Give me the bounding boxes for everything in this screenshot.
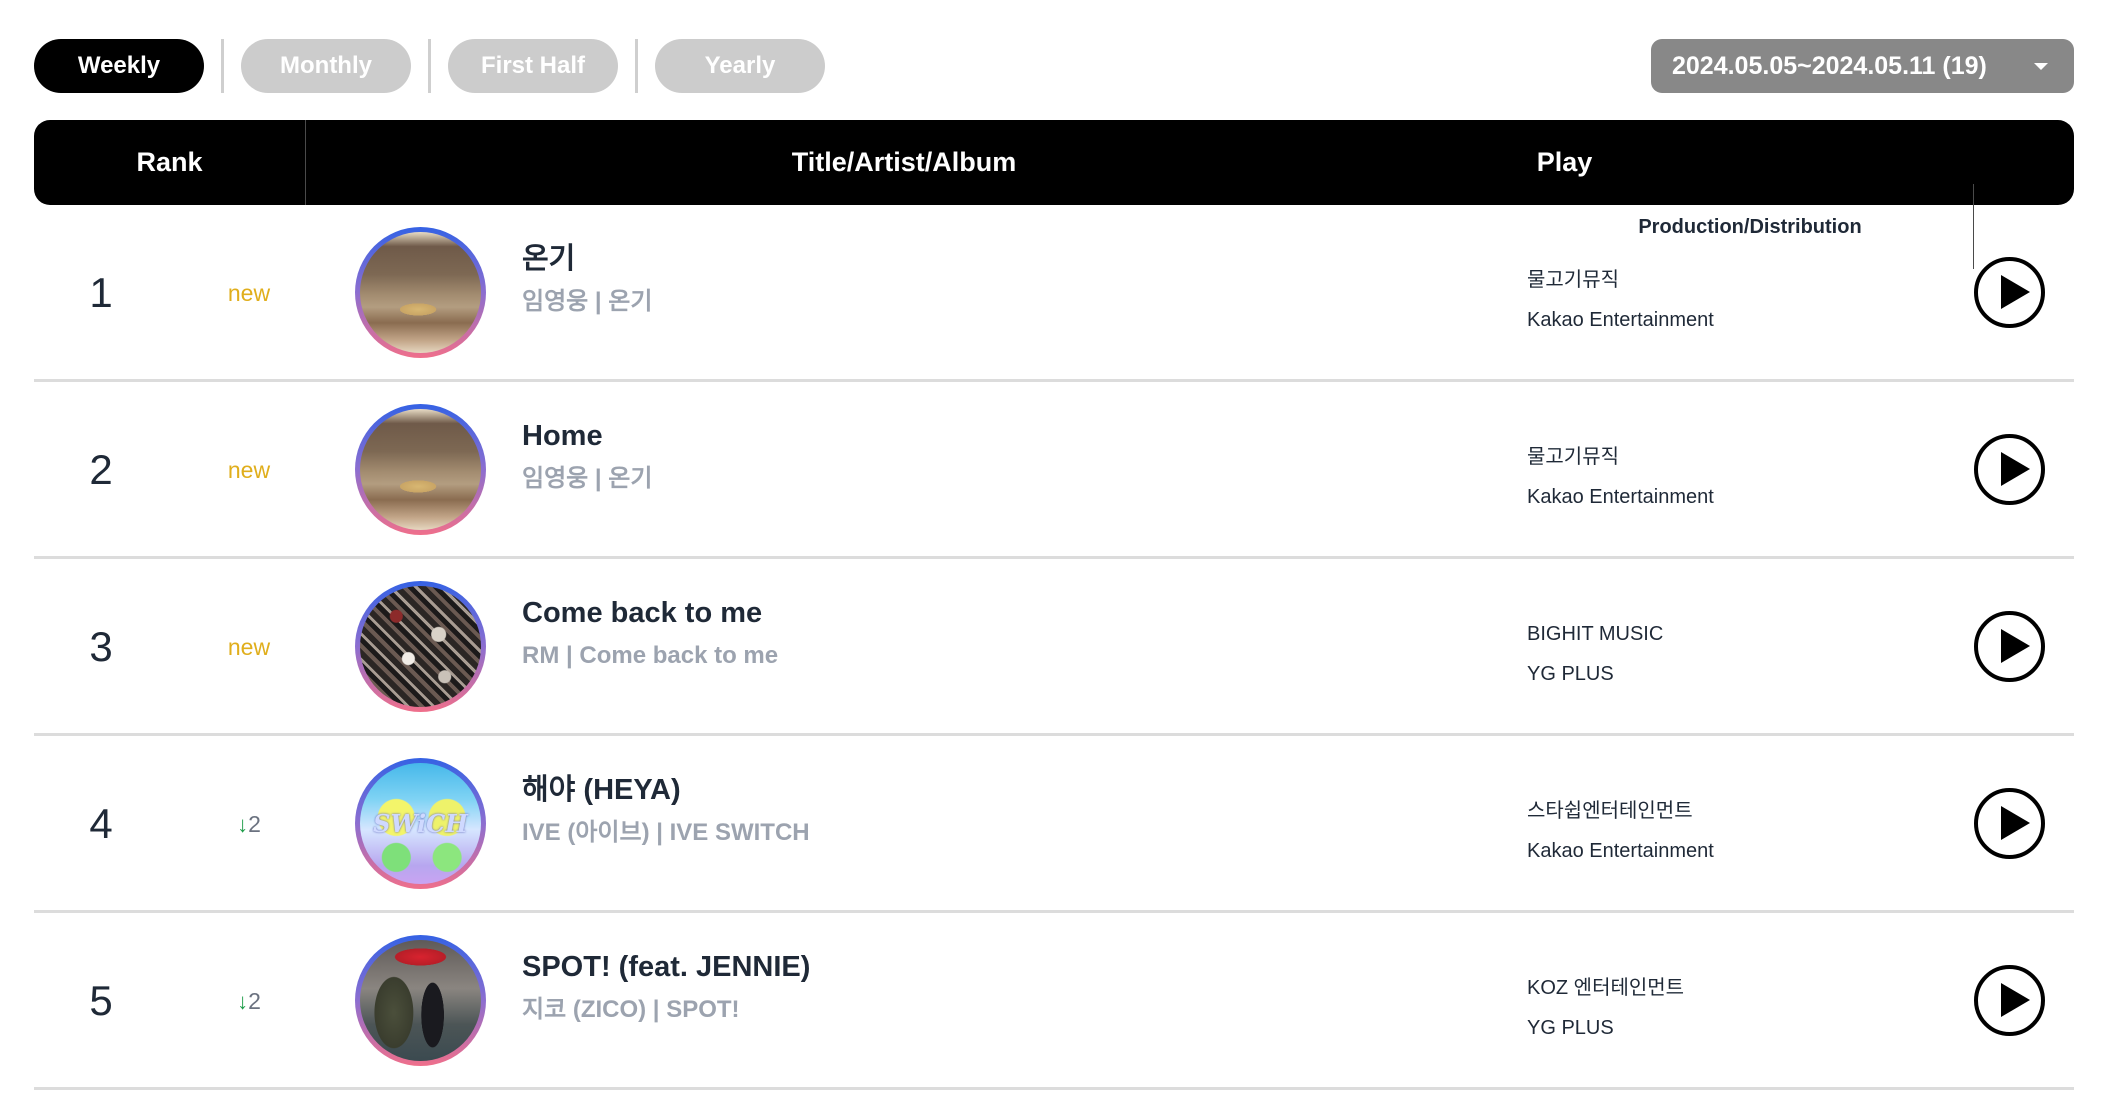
album-art-spot (360, 940, 481, 1061)
album-art[interactable] (355, 581, 486, 712)
rank-change-new-badge: new (227, 457, 271, 483)
distribution-company: YG PLUS (1527, 1017, 1614, 1039)
play-icon (2001, 275, 2030, 309)
song-info: Home 임영웅 | 온기 (522, 418, 1422, 494)
song-info: 온기 임영웅 | 온기 (522, 241, 1422, 317)
song-title[interactable]: 해야 (HEYA) (522, 772, 1422, 808)
album-art[interactable] (355, 758, 486, 889)
rank-change-amount: 2 (248, 811, 261, 837)
rank-change-new-badge: new (227, 280, 271, 306)
period-dropdown-value: 2024.05.05~2024.05.11 (19) (1672, 51, 1987, 80)
song-info: Come back to me RM | Come back to me (522, 595, 1422, 671)
rank-change: ↓2 (204, 987, 294, 1016)
song-info: SPOT! (feat. JENNIE) 지코 (ZICO) | SPOT! (522, 949, 1422, 1025)
tab-monthly[interactable]: Monthly (241, 39, 411, 93)
production-company: 물고기뮤직 (1527, 269, 1619, 291)
arrow-down-icon: ↓ (237, 812, 249, 837)
tab-weekly[interactable]: Weekly (34, 39, 204, 93)
chart-row: 5 ↓2 SPOT! (feat. JENNIE) 지코 (ZICO) | SP… (34, 913, 2074, 1090)
play-icon (2001, 983, 2030, 1017)
album-art-come-back-to-me (360, 586, 481, 707)
song-title[interactable]: Home (522, 418, 1422, 454)
rank-change-new-badge: new (227, 634, 271, 660)
production-company: 물고기뮤직 (1527, 446, 1619, 468)
tab-divider (635, 39, 638, 93)
album-art-onggi (360, 409, 481, 530)
album-art-onggi (360, 232, 481, 353)
artist-album: 지코 (ZICO) | SPOT! (522, 996, 740, 1023)
chart-row: 4 ↓2 해야 (HEYA) IVE (아이브) | IVE SWITCH 스타… (34, 736, 2074, 913)
chart-row: 3 new Come back to me RM | Come back to … (34, 559, 2074, 736)
play-button[interactable] (1974, 611, 2045, 682)
distribution-company: YG PLUS (1527, 663, 1614, 685)
play-button[interactable] (1974, 257, 2045, 328)
period-tabs: Weekly Monthly First Half Yearly (34, 39, 825, 93)
production-distribution: 물고기뮤직 Kakao Entertainment (1527, 446, 1714, 508)
album-art[interactable] (355, 404, 486, 535)
caret-down-icon (2034, 63, 2048, 70)
production-company: KOZ 엔터테인먼트 (1527, 977, 1685, 999)
production-distribution: 물고기뮤직 Kakao Entertainment (1527, 269, 1714, 331)
rank-number: 3 (89, 623, 113, 670)
tab-first-half[interactable]: First Half (448, 39, 618, 93)
play-icon (2001, 806, 2030, 840)
tab-divider (221, 39, 224, 93)
chart-table-header: Rank Title/Artist/Album Production/Distr… (34, 120, 2074, 269)
song-info: 해야 (HEYA) IVE (아이브) | IVE SWITCH (522, 772, 1422, 848)
chart-row: 2 new Home 임영웅 | 온기 물고기뮤직 Kakao Entertai… (34, 382, 2074, 559)
rank-change-amount: 2 (248, 988, 261, 1014)
tab-yearly[interactable]: Yearly (655, 39, 825, 93)
song-title[interactable]: Come back to me (522, 595, 1422, 631)
production-distribution: BIGHIT MUSIC YG PLUS (1527, 623, 1663, 685)
header-rank: Rank (34, 120, 306, 205)
artist-album: IVE (아이브) | IVE SWITCH (522, 819, 810, 846)
distribution-company: Kakao Entertainment (1527, 486, 1714, 508)
production-company: 스타쉽엔터테인먼트 (1527, 800, 1693, 822)
song-title[interactable]: 온기 (522, 241, 1422, 277)
production-company: BIGHIT MUSIC (1527, 623, 1664, 645)
album-art-ive-switch (360, 763, 481, 884)
artist-album: 임영웅 | 온기 (522, 465, 653, 492)
chart-row: 1 new 온기 임영웅 | 온기 물고기뮤직 Kakao Entertainm… (34, 205, 2074, 382)
play-icon (2001, 452, 2030, 486)
arrow-down-icon: ↓ (237, 989, 249, 1014)
play-button[interactable] (1974, 965, 2045, 1036)
period-dropdown[interactable]: 2024.05.05~2024.05.11 (19) (1651, 39, 2074, 93)
album-art[interactable] (355, 935, 486, 1066)
play-button[interactable] (1974, 788, 2045, 859)
song-title[interactable]: SPOT! (feat. JENNIE) (522, 949, 1422, 985)
production-distribution: KOZ 엔터테인먼트 YG PLUS (1527, 977, 1684, 1039)
artist-album: RM | Come back to me (522, 642, 779, 669)
production-distribution: 스타쉽엔터테인먼트 Kakao Entertainment (1527, 800, 1714, 862)
chart-table-body: 1 new 온기 임영웅 | 온기 물고기뮤직 Kakao Entertainm… (34, 205, 2074, 1090)
distribution-company: Kakao Entertainment (1527, 309, 1714, 331)
rank-number: 4 (89, 800, 113, 847)
play-button[interactable] (1974, 434, 2045, 505)
rank-number: 1 (89, 269, 113, 316)
tab-divider (428, 39, 431, 93)
distribution-company: Kakao Entertainment (1527, 840, 1714, 862)
rank-number: 5 (89, 977, 113, 1024)
album-art[interactable] (355, 227, 486, 358)
rank-change: ↓2 (204, 810, 294, 839)
rank-number: 2 (89, 446, 113, 493)
artist-album: 임영웅 | 온기 (522, 288, 653, 315)
play-icon (2001, 629, 2030, 663)
header-title-artist-album: Title/Artist/Album (791, 147, 1017, 177)
